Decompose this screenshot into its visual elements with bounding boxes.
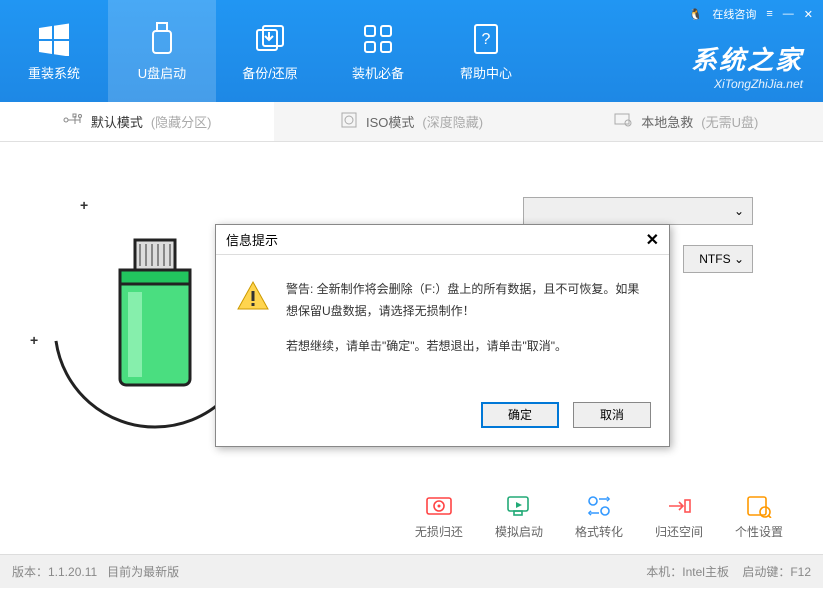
subtab-local[interactable]: 本地急救 (无需U盘) <box>549 102 823 141</box>
apps-icon <box>360 21 396 57</box>
windows-icon <box>36 21 72 57</box>
footer: 版本：1.1.20.11 目前为最新版 本机：Intel主板 启动键：F12 <box>0 554 823 588</box>
status-text: 目前为最新版 <box>107 565 179 579</box>
modal-warning-line: 警告: 全新制作将会删除（F:）盘上的所有数据，且不可恢复。如果想保留U盘数据，… <box>286 279 649 322</box>
subtab-iso[interactable]: ISO模式 (深度隐藏) <box>274 102 548 141</box>
nav-usb[interactable]: U盘启动 <box>108 0 216 102</box>
return-icon <box>665 494 693 518</box>
nav-tools[interactable]: 装机必备 <box>324 0 432 102</box>
backup-icon <box>252 21 288 57</box>
modal-instruction-line: 若想继续，请单击"确定"。若想退出，请单击"取消"。 <box>286 336 649 358</box>
help-icon: ? <box>468 21 504 57</box>
simulate-icon <box>505 494 533 518</box>
bootkey-text: 启动键：F12 <box>742 565 811 579</box>
modal-text: 警告: 全新制作将会删除（F:）盘上的所有数据，且不可恢复。如果想保留U盘数据，… <box>286 279 649 372</box>
nav-label: U盘启动 <box>138 63 186 82</box>
chevron-down-icon: ⌄ <box>734 252 744 266</box>
action-format[interactable]: 格式转化 <box>575 494 623 540</box>
iso-icon <box>340 111 358 132</box>
brand-sub: XiTongZhiJia.net <box>691 77 803 91</box>
nav-label: 帮助中心 <box>460 63 512 82</box>
fs-dropdown[interactable]: NTFS ⌄ <box>683 245 753 273</box>
modal-title-text: 信息提示 <box>226 230 278 249</box>
usb-mode-icon <box>63 112 83 131</box>
modal-titlebar: 信息提示 ✕ <box>216 225 669 255</box>
action-settings[interactable]: 个性设置 <box>735 494 783 540</box>
settings-icon <box>745 494 773 518</box>
menu-icon[interactable]: ≡ <box>766 8 772 20</box>
plus-decoration: + <box>80 197 88 213</box>
footer-left: 版本：1.1.20.11 目前为最新版 <box>12 563 179 580</box>
nav-label: 备份/还原 <box>242 63 298 82</box>
minimize-icon[interactable]: — <box>783 8 794 20</box>
nav-reinstall[interactable]: 重装系统 <box>0 0 108 102</box>
svg-text:?: ? <box>482 31 491 48</box>
subtabs: 默认模式 (隐藏分区) ISO模式 (深度隐藏) 本地急救 (无需U盘) <box>0 102 823 142</box>
cancel-button[interactable]: 取消 <box>573 402 651 428</box>
subtab-default[interactable]: 默认模式 (隐藏分区) <box>0 102 274 141</box>
subtab-hint: (无需U盘) <box>701 112 758 131</box>
lossless-icon <box>425 494 453 518</box>
subtab-hint: (隐藏分区) <box>151 112 212 131</box>
fs-value: NTFS <box>699 252 730 266</box>
action-label: 模拟启动 <box>495 523 543 540</box>
ok-button[interactable]: 确定 <box>481 402 559 428</box>
nav-help[interactable]: ? 帮助中心 <box>432 0 540 102</box>
action-label: 归还空间 <box>655 523 703 540</box>
actions-row: 无损归还 模拟启动 格式转化 归还空间 个性设置 <box>415 494 783 540</box>
close-icon[interactable]: ✕ <box>804 8 813 21</box>
action-return[interactable]: 归还空间 <box>655 494 703 540</box>
version-text: 版本：1.1.20.11 <box>12 565 97 579</box>
nav-tabs: 重装系统 U盘启动 备份/还原 装机必备 ? 帮助中心 <box>0 0 540 102</box>
board-text: 本机：Intel主板 <box>646 565 729 579</box>
chevron-down-icon: ⌄ <box>734 204 744 218</box>
titlebar: 🐧 在线咨询 ≡ — ✕ <box>689 6 813 22</box>
nav-backup[interactable]: 备份/还原 <box>216 0 324 102</box>
action-label: 格式转化 <box>575 523 623 540</box>
footer-right: 本机：Intel主板 启动键：F12 <box>646 563 811 580</box>
consult-link[interactable]: 在线咨询 <box>712 6 756 22</box>
penguin-icon: 🐧 <box>689 8 703 21</box>
subtab-label: 默认模式 <box>91 112 143 131</box>
action-label: 个性设置 <box>735 523 783 540</box>
header: 🐧 在线咨询 ≡ — ✕ 重装系统 U盘启动 备份/还原 <box>0 0 823 102</box>
plus-decoration: + <box>30 332 38 348</box>
device-dropdown[interactable]: ⌄ <box>523 197 753 225</box>
modal-body: 警告: 全新制作将会删除（F:）盘上的所有数据，且不可恢复。如果想保留U盘数据，… <box>216 255 669 392</box>
action-label: 无损归还 <box>415 523 463 540</box>
format-icon <box>585 494 613 518</box>
subtab-label: 本地急救 <box>641 112 693 131</box>
modal-footer: 确定 取消 <box>216 392 669 446</box>
warning-icon <box>236 279 270 313</box>
action-simulate[interactable]: 模拟启动 <box>495 494 543 540</box>
brand: 系统之家 XiTongZhiJia.net <box>691 40 803 91</box>
nav-label: 重装系统 <box>28 63 80 82</box>
brand-main: 系统之家 <box>691 40 803 77</box>
nav-label: 装机必备 <box>352 63 404 82</box>
action-lossless[interactable]: 无损归还 <box>415 494 463 540</box>
local-icon <box>613 112 633 131</box>
modal-close-icon[interactable]: ✕ <box>646 230 659 250</box>
subtab-hint: (深度隐藏) <box>422 112 483 131</box>
subtab-label: ISO模式 <box>366 112 414 131</box>
usb-icon <box>144 21 180 57</box>
modal-dialog: 信息提示 ✕ 警告: 全新制作将会删除（F:）盘上的所有数据，且不可恢复。如果想… <box>215 224 670 447</box>
